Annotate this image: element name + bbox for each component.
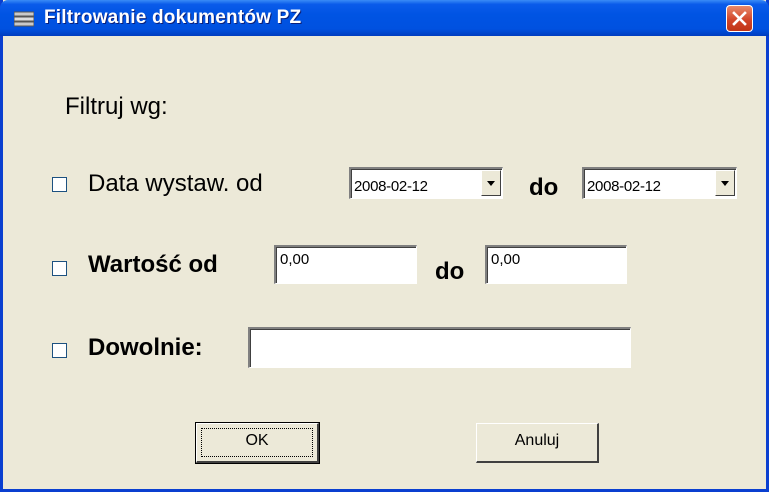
any-input[interactable] bbox=[248, 327, 631, 368]
value-to-text: 0,00 bbox=[491, 251, 521, 268]
value-to-input[interactable]: 0,00 bbox=[485, 245, 627, 284]
app-icon bbox=[13, 11, 35, 27]
title-bar[interactable]: Filtrowanie dokumentów PZ bbox=[0, 0, 769, 36]
ok-button[interactable]: OK bbox=[195, 422, 320, 464]
dialog-window: Filtrowanie dokumentów PZ Filtruj wg: Da… bbox=[0, 0, 769, 492]
window-title: Filtrowanie dokumentów PZ bbox=[44, 7, 302, 28]
date-to-value: 2008-02-12 bbox=[587, 178, 661, 195]
date-from-dropdown-button[interactable] bbox=[481, 170, 501, 196]
value-from-label: Wartość od bbox=[88, 251, 218, 278]
any-label: Dowolnie: bbox=[88, 334, 203, 361]
date-to-dropdown-button[interactable] bbox=[715, 170, 735, 196]
close-button[interactable] bbox=[726, 5, 753, 32]
date-to-label: do bbox=[529, 174, 559, 201]
value-filter-checkbox[interactable] bbox=[52, 261, 67, 276]
date-from-select[interactable]: 2008-02-12 bbox=[349, 167, 503, 199]
value-from-input[interactable]: 0,00 bbox=[274, 245, 417, 284]
any-filter-checkbox[interactable] bbox=[52, 343, 67, 358]
cancel-button[interactable]: Anuluj bbox=[476, 423, 599, 463]
value-from-text: 0,00 bbox=[280, 251, 310, 268]
chevron-down-icon bbox=[721, 181, 729, 186]
date-filter-checkbox[interactable] bbox=[52, 177, 67, 192]
value-to-label: do bbox=[435, 258, 465, 285]
filter-heading: Filtruj wg: bbox=[65, 93, 168, 120]
close-icon bbox=[732, 11, 747, 26]
chevron-down-icon bbox=[487, 181, 495, 186]
cancel-button-label: Anuluj bbox=[514, 432, 560, 449]
date-to-select[interactable]: 2008-02-12 bbox=[582, 167, 737, 199]
date-from-label: Data wystaw. od bbox=[88, 170, 263, 197]
ok-button-label: OK bbox=[245, 432, 269, 449]
date-from-value: 2008-02-12 bbox=[354, 178, 428, 195]
